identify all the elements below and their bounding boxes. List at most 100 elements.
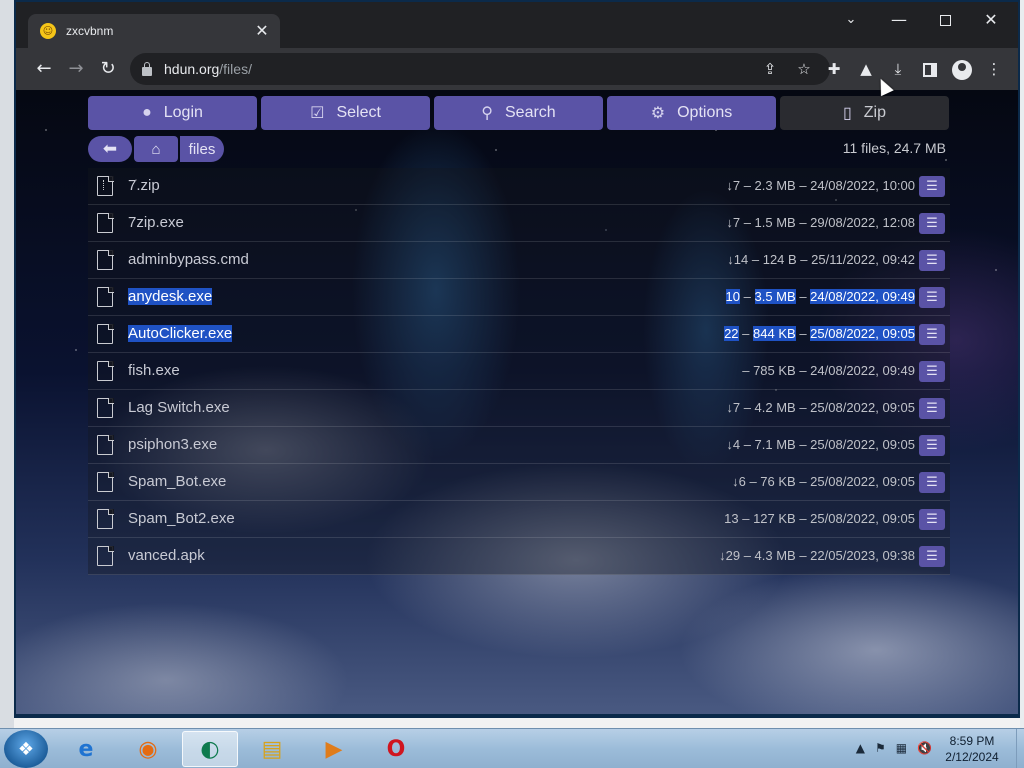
file-menu-button[interactable]: ☰ (919, 435, 945, 456)
home-icon: ⌂ (151, 140, 161, 158)
profile-icon[interactable] (950, 57, 974, 81)
file-row[interactable]: vanced.apk ↓29 – 4.3 MB – 22/05/2023, 09:… (88, 538, 950, 575)
hamburger-icon: ☰ (926, 216, 938, 231)
options-button[interactable]: ⚙ Options (607, 96, 776, 130)
file-row[interactable]: Spam_Bot.exe ↓6 – 76 KB – 25/08/2022, 09:… (88, 464, 950, 501)
folder-icon[interactable]: ▤ (244, 731, 300, 767)
show-desktop-button[interactable] (1016, 729, 1024, 768)
internet-explorer-icon[interactable]: e (58, 731, 114, 767)
side-panel-icon[interactable] (918, 57, 942, 81)
file-row[interactable]: adminbypass.cmd ↓14 – 124 B – 25/11/2022,… (88, 242, 950, 279)
desktop-edge (0, 0, 14, 728)
system-tray: ▲ ⚑ ▦ 🔇 (856, 741, 932, 755)
zip-button[interactable]: ▯ Zip (780, 96, 949, 130)
file-row[interactable]: 7.zip ↓7 – 2.3 MB – 24/08/2022, 10:00 ☰ (88, 168, 950, 205)
file-icon (97, 360, 114, 381)
share-icon[interactable]: ⇪ (758, 57, 782, 81)
reload-icon[interactable]: ↻ (94, 55, 122, 83)
file-menu-button[interactable]: ☰ (919, 398, 945, 419)
file-name[interactable]: anydesk.exe (128, 288, 213, 305)
volume-muted-icon[interactable]: 🔇 (917, 741, 932, 755)
file-row[interactable]: 7zip.exe ↓7 – 1.5 MB – 29/08/2022, 12:08 ☰ (88, 205, 950, 242)
file-icon (97, 249, 114, 270)
tray-expand-icon[interactable]: ▲ (856, 741, 865, 755)
hamburger-icon: ☰ (926, 401, 938, 416)
file-name[interactable]: 7zip.exe (128, 214, 184, 231)
file-name[interactable]: adminbypass.cmd (128, 251, 249, 268)
browser-app-icon[interactable]: ◐ (182, 731, 238, 767)
file-menu-button[interactable]: ☰ (919, 324, 945, 345)
tab-close-icon[interactable]: ✕ (252, 21, 272, 41)
chevron-down-icon[interactable]: ⌄ (828, 6, 874, 34)
arrow-left-icon[interactable]: ← (30, 55, 58, 83)
file-menu-button[interactable]: ☰ (919, 509, 945, 530)
file-name[interactable]: Spam_Bot2.exe (128, 510, 235, 527)
file-icon (97, 508, 114, 529)
file-menu-button[interactable]: ☰ (919, 546, 945, 567)
file-meta: ↓29 – 4.3 MB – 22/05/2023, 09:38 (719, 548, 915, 563)
file-menu-button[interactable]: ☰ (919, 250, 945, 271)
file-name[interactable]: AutoClicker.exe (128, 325, 233, 342)
arrow-left-icon: ⬅ (102, 139, 118, 158)
hamburger-icon: ☰ (926, 253, 938, 268)
puzzle-icon[interactable]: ✚ (822, 57, 846, 81)
file-name[interactable]: Lag Switch.exe (128, 399, 230, 416)
desktop-edge-right (1020, 0, 1024, 728)
media-player-icon[interactable]: ▶ (306, 731, 362, 767)
browser-toolbar: ← → ↻ hdun.org/files/ ⇪ ☆ ✚ ▲ ⤓ ⋮ (16, 48, 1018, 90)
login-button[interactable]: ● Login (88, 96, 257, 130)
address-bar[interactable]: hdun.org/files/ ⇪ ☆ (130, 53, 830, 85)
maximize-button[interactable] (922, 6, 968, 34)
arrow-right-icon[interactable]: → (62, 55, 90, 83)
star-icon[interactable]: ☆ (792, 57, 816, 81)
file-name[interactable]: psiphon3.exe (128, 436, 217, 453)
file-menu-button[interactable]: ☰ (919, 176, 945, 197)
file-row[interactable]: AutoClicker.exe 22 – 844 KB – 25/08/2022,… (88, 316, 950, 353)
search-button[interactable]: ⚲ Search (434, 96, 603, 130)
file-menu-button[interactable]: ☰ (919, 287, 945, 308)
clock-date: 2/12/2024 (945, 750, 999, 764)
zip-file-icon: ▯ (842, 105, 852, 122)
file-meta: ↓7 – 2.3 MB – 24/08/2022, 10:00 (726, 178, 915, 193)
file-name[interactable]: fish.exe (128, 362, 180, 379)
file-icon (97, 323, 114, 344)
download-icon[interactable]: ⤓ (886, 57, 910, 81)
file-row[interactable]: Lag Switch.exe ↓7 – 4.2 MB – 25/08/2022, … (88, 390, 950, 427)
breadcrumb-back-button[interactable]: ⬅ (88, 136, 132, 162)
file-menu-button[interactable]: ☰ (919, 472, 945, 493)
flask-icon[interactable]: ▲ (854, 57, 878, 81)
close-window-button[interactable]: ✕ (968, 6, 1014, 34)
file-row[interactable]: psiphon3.exe ↓4 – 7.1 MB – 25/08/2022, 09… (88, 427, 950, 464)
file-name[interactable]: 7.zip (128, 177, 160, 194)
clock[interactable]: 8:59 PM 2/12/2024 (932, 733, 1012, 765)
minimize-button[interactable]: — (876, 6, 922, 34)
breadcrumb-files[interactable]: files (180, 136, 224, 162)
file-meta: 22 – 844 KB – 25/08/2022, 09:05 (724, 326, 915, 341)
file-row[interactable]: anydesk.exe 10 – 3.5 MB – 24/08/2022, 09:… (88, 279, 950, 316)
file-icon (97, 286, 114, 307)
start-button[interactable]: ❖ (4, 730, 48, 768)
hamburger-icon: ☰ (926, 327, 938, 342)
breadcrumb-home-button[interactable]: ⌂ (134, 136, 178, 162)
firefox-icon[interactable]: ◉ (120, 731, 176, 767)
flag-icon[interactable]: ⚑ (875, 741, 886, 755)
browser-tab[interactable]: ☺ zxcvbnm ✕ (28, 14, 280, 48)
url-text[interactable]: hdun.org/files/ (164, 61, 252, 77)
file-menu-button[interactable]: ☰ (919, 213, 945, 234)
file-row[interactable]: fish.exe – 785 KB – 24/08/2022, 09:49 ☰ (88, 353, 950, 390)
taskbar: ❖ e ◉ ◐ ▤ ▶ O ▲ ⚑ ▦ 🔇 8:59 PM 2/12/2024 (0, 728, 1024, 768)
opera-icon[interactable]: O (368, 731, 424, 767)
file-name[interactable]: Spam_Bot.exe (128, 473, 226, 490)
user-icon: ● (142, 104, 152, 121)
file-menu-button[interactable]: ☰ (919, 361, 945, 382)
file-name[interactable]: vanced.apk (128, 547, 205, 564)
browser-window: ☺ zxcvbnm ✕ ⌄ — ✕ ← → ↻ hdun.org/files/ … (14, 0, 1020, 718)
file-meta: ↓4 – 7.1 MB – 25/08/2022, 09:05 (726, 437, 915, 452)
select-button[interactable]: ☑ Select (261, 96, 430, 130)
lock-icon[interactable] (142, 61, 152, 76)
file-meta: 13 – 127 KB – 25/08/2022, 09:05 (724, 511, 915, 526)
file-row[interactable]: Spam_Bot2.exe 13 – 127 KB – 25/08/2022, 0… (88, 501, 950, 538)
checkbox-icon: ☑ (310, 105, 325, 122)
kebab-menu-icon[interactable]: ⋮ (982, 57, 1006, 81)
network-icon[interactable]: ▦ (896, 741, 907, 755)
